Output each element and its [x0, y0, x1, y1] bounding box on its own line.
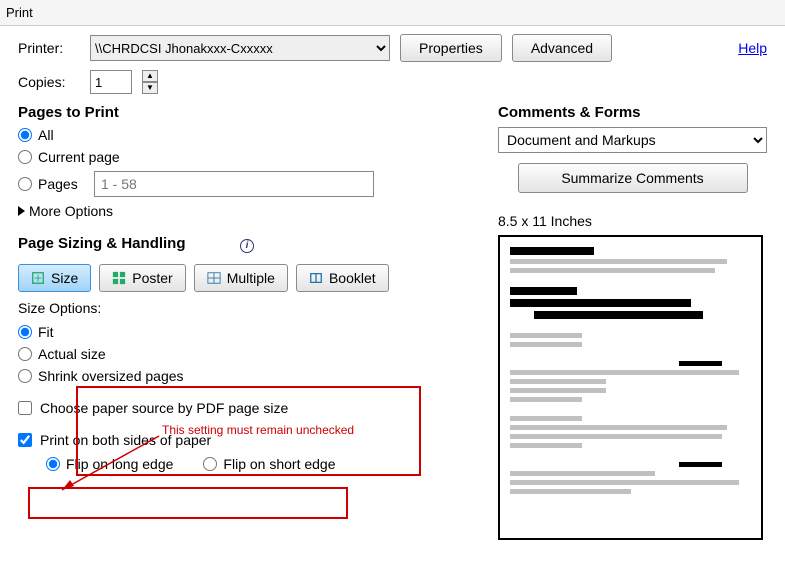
printer-label: Printer:	[18, 40, 80, 56]
comments-select[interactable]: Document and Markups	[498, 127, 767, 153]
pages-range-input[interactable]	[94, 171, 374, 197]
pages-radio[interactable]	[18, 177, 32, 191]
all-radio[interactable]	[18, 128, 32, 142]
copies-down-button[interactable]: ▼	[142, 82, 158, 94]
pages-label: Pages	[38, 176, 88, 192]
poster-icon	[112, 271, 126, 285]
summarize-comments-button[interactable]: Summarize Comments	[518, 163, 748, 193]
dialog-titlebar: Print	[0, 0, 785, 26]
all-label: All	[38, 127, 54, 143]
more-options-toggle[interactable]: More Options	[18, 203, 488, 219]
actual-size-label: Actual size	[38, 346, 106, 362]
multiple-icon	[207, 271, 221, 285]
info-icon[interactable]: i	[240, 239, 254, 253]
current-page-radio[interactable]	[18, 150, 32, 164]
copies-input[interactable]	[90, 70, 132, 94]
copies-label: Copies:	[18, 74, 80, 90]
booklet-tab[interactable]: Booklet	[296, 264, 389, 292]
help-link[interactable]: Help	[738, 40, 767, 56]
preview-caption: 8.5 x 11 Inches	[498, 213, 767, 229]
more-options-label: More Options	[29, 203, 113, 219]
preview-content	[510, 247, 751, 494]
actual-size-radio[interactable]	[18, 347, 32, 361]
flip-long-radio[interactable]	[46, 457, 60, 471]
current-page-label: Current page	[38, 149, 120, 165]
multiple-tab[interactable]: Multiple	[194, 264, 288, 292]
flip-long-label: Flip on long edge	[66, 456, 173, 472]
fit-radio[interactable]	[18, 325, 32, 339]
shrink-label: Shrink oversized pages	[38, 368, 184, 384]
properties-button[interactable]: Properties	[400, 34, 502, 62]
duplex-checkbox[interactable]	[18, 433, 32, 447]
choose-paper-source-label: Choose paper source by PDF page size	[40, 400, 288, 416]
comments-heading: Comments & Forms	[498, 104, 767, 121]
fit-label: Fit	[38, 324, 54, 340]
copies-up-button[interactable]: ▲	[142, 70, 158, 82]
copies-spinner: ▲ ▼	[142, 70, 158, 94]
sizing-heading: Page Sizing & Handling	[18, 235, 186, 252]
flip-short-radio[interactable]	[203, 457, 217, 471]
printer-select[interactable]: \\CHRDCSI Jhonakxxx-Cxxxxx	[90, 35, 390, 61]
size-tab[interactable]: Size	[18, 264, 91, 292]
shrink-radio[interactable]	[18, 369, 32, 383]
print-preview	[498, 235, 763, 540]
size-icon	[31, 271, 45, 285]
flip-short-label: Flip on short edge	[223, 456, 335, 472]
duplex-label: Print on both sides of paper	[40, 432, 211, 448]
pages-to-print-heading: Pages to Print	[18, 104, 488, 121]
choose-paper-source-checkbox[interactable]	[18, 401, 32, 415]
dialog-title: Print	[6, 5, 33, 20]
booklet-icon	[309, 271, 323, 285]
chevron-right-icon	[18, 206, 25, 216]
advanced-button[interactable]: Advanced	[512, 34, 612, 62]
size-options-label: Size Options:	[18, 300, 488, 316]
poster-tab[interactable]: Poster	[99, 264, 185, 292]
